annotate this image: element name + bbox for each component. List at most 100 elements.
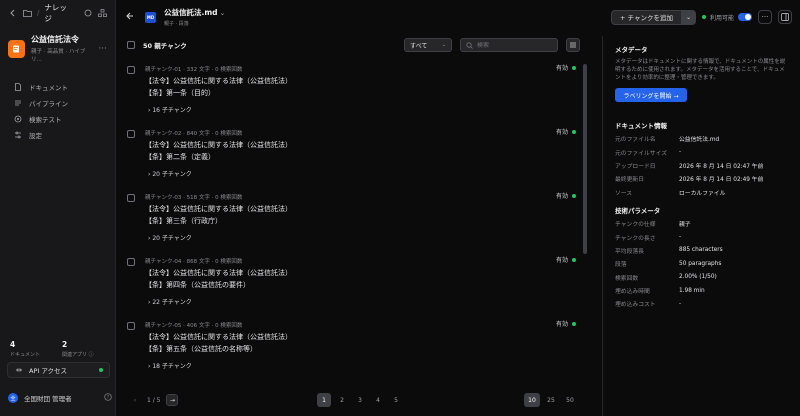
prev-page-icon[interactable]: ‹: [129, 394, 141, 406]
status-filter-value: すべて: [410, 42, 428, 50]
add-chunk-dropdown-icon[interactable]: ⌄: [680, 10, 695, 24]
chunk-checkbox[interactable]: [127, 130, 135, 138]
page-size-option[interactable]: 10: [524, 393, 540, 407]
param-value: -: [679, 234, 682, 241]
help-icon[interactable]: ?: [104, 393, 112, 403]
param-key: チャンクの長さ: [615, 235, 656, 242]
chunk-panel: 50 親チャンク すべて ⌄ 親チャンク-01: [117, 34, 590, 416]
add-chunk-button[interactable]: + チャンクを追加: [612, 12, 681, 22]
page-button[interactable]: 5: [389, 393, 403, 407]
chunk-card[interactable]: 親チャンク-02 · 840 文字 · 0 検索回数 【法令】公益信託に関する法…: [121, 124, 581, 187]
chunk-meta: 親チャンク-05 · 406 文字 · 0 検索回数: [145, 323, 243, 329]
chunk-line-2: 【条】第四条（公益信託の要件）: [145, 281, 250, 289]
page-button[interactable]: 4: [371, 393, 385, 407]
child-chunks-toggle[interactable]: › 18 子チャンク: [148, 361, 192, 370]
api-access-button[interactable]: API アクセス: [7, 362, 110, 378]
back-chevron-icon[interactable]: [8, 8, 18, 18]
param-value: 885 characters: [679, 247, 723, 254]
sidebar-header: / ナレッジ: [0, 0, 115, 26]
document-subtitle: 親子 · 段落: [164, 21, 189, 27]
metadata-description: メタデータはドキュメントに関する情報で、ドキュメントの属性を説明するために使用さ…: [615, 59, 786, 81]
chunk-list-scrollbar[interactable]: [583, 64, 587, 254]
chunk-checkbox[interactable]: [127, 66, 135, 74]
chunk-card[interactable]: 親チャンク-04 · 868 文字 · 0 検索回数 【法令】公益信託に関する法…: [121, 252, 581, 315]
page-button[interactable]: 3: [353, 393, 367, 407]
chunk-checkbox[interactable]: [127, 258, 135, 266]
sidebar-item-label: 設定: [29, 132, 42, 140]
sidebar-item-label: 検索テスト: [29, 116, 62, 124]
search-input[interactable]: [477, 41, 552, 49]
page-size-option[interactable]: 50: [562, 393, 578, 407]
status-filter-select[interactable]: すべて ⌄: [404, 38, 452, 52]
document-title[interactable]: 公益信託法.md: [164, 7, 218, 18]
sidebar-item-search-test[interactable]: 検索テスト: [0, 111, 115, 127]
next-page-icon[interactable]: →: [166, 394, 179, 406]
start-labeling-button[interactable]: ラベリングを開始 →: [615, 88, 687, 102]
chunk-line-1: 【法令】公益信託に関する法律（公益信託法）: [145, 205, 292, 213]
info-key: ソース: [615, 190, 633, 197]
more-options-icon[interactable]: ···: [98, 44, 107, 54]
refresh-icon[interactable]: [83, 8, 93, 18]
chunk-checkbox[interactable]: [127, 194, 135, 202]
page-size-option[interactable]: 25: [543, 393, 559, 407]
chunk-count: 50 親チャンク: [143, 42, 187, 50]
knowledge-base-header[interactable]: 公益信託法令 親子 · 高品質 · ハイブリ... ···: [0, 28, 115, 69]
display-settings-icon[interactable]: [566, 38, 580, 52]
child-chunks-toggle[interactable]: › 16 子チャンク: [148, 105, 192, 114]
chunk-search[interactable]: [460, 38, 558, 52]
chunk-card[interactable]: 親チャンク-01 · 332 文字 · 0 検索回数 【法令】公益信託に関する法…: [121, 60, 581, 123]
panel-toggle-icon[interactable]: [778, 10, 792, 24]
child-chunks-toggle[interactable]: › 20 子チャンク: [148, 233, 192, 242]
breadcrumb-knowledge[interactable]: ナレッジ: [44, 2, 73, 24]
sidebar-item-pipeline[interactable]: パイプライン: [0, 95, 115, 111]
sidebar: / ナレッジ 公益信託法令 親子 · 高品質 · ハイブリ... ··· ドキュ…: [0, 0, 116, 416]
hierarchy-icon[interactable]: [97, 8, 107, 18]
param-key: 段落: [615, 262, 627, 269]
child-chunks-label: 22 子チャンク: [152, 299, 192, 306]
add-chunk-button-group: + チャンクを追加 ⌄: [611, 9, 696, 25]
pagination: ‹ 1 / 5 → 1 2 3 4 5 10 25 50: [117, 390, 590, 410]
child-chunks-label: 20 子チャンク: [152, 171, 192, 178]
child-chunks-label: 18 子チャンク: [152, 363, 192, 370]
param-value: 1.98 min: [679, 287, 705, 294]
param-key: 埋め込み時間: [615, 289, 650, 296]
sidebar-item-documents[interactable]: ドキュメント: [0, 79, 115, 95]
param-value: 50 paragraphs: [679, 260, 722, 267]
page-button[interactable]: 2: [335, 393, 349, 407]
chevron-down-icon[interactable]: ⌄: [220, 9, 226, 17]
chunk-meta: 親チャンク-01 · 332 文字 · 0 検索回数: [145, 67, 243, 73]
param-row: 検索回数 2.00% (1/50): [615, 271, 786, 284]
chunk-meta: 親チャンク-02 · 840 文字 · 0 検索回数: [145, 131, 243, 137]
child-chunks-toggle[interactable]: › 22 子チャンク: [148, 297, 192, 306]
folder-icon: [22, 8, 33, 18]
settings-icon: [14, 131, 22, 139]
technical-params-list: チャンクの仕様 親子 チャンクの長さ - 平均段落長 885 characters 段…: [615, 217, 786, 311]
user-name: 全国財団 管理者: [24, 395, 72, 403]
availability-toggle[interactable]: [738, 13, 752, 21]
status-label: 有効: [555, 257, 568, 264]
page-button[interactable]: 1: [317, 393, 331, 407]
sidebar-item-label: ドキュメント: [29, 84, 68, 92]
chunk-card[interactable]: 親チャンク-03 · 518 文字 · 0 検索回数 【法令】公益信託に関する法…: [121, 188, 581, 251]
status-label: 有効: [555, 129, 568, 136]
stat-related-apps[interactable]: 2 関連アプリ ⓘ: [62, 340, 94, 358]
api-status-dot: [99, 368, 103, 372]
stat-number: 4: [10, 340, 16, 349]
param-row: 埋め込み時間 1.98 min: [615, 284, 786, 297]
info-value: 公益信託法.md: [679, 137, 720, 144]
child-chunks-toggle[interactable]: › 20 子チャンク: [148, 169, 192, 178]
param-key: 検索回数: [615, 275, 639, 282]
back-arrow-icon[interactable]: [125, 11, 137, 24]
chunk-line-2: 【条】第五条（公益信託の名称等）: [145, 345, 257, 353]
param-key: 埋め込みコスト: [615, 302, 656, 309]
param-value: 親子: [679, 222, 691, 229]
chunk-list: 親チャンク-01 · 332 文字 · 0 検索回数 【法令】公益信託に関する法…: [117, 60, 590, 382]
info-key: アップロード日: [615, 163, 656, 170]
more-options-button[interactable]: ···: [758, 10, 772, 24]
chunk-card[interactable]: 親チャンク-05 · 406 文字 · 0 検索回数 【法令】公益信託に関する法…: [121, 316, 581, 379]
select-all-checkbox[interactable]: [127, 41, 135, 49]
sidebar-item-settings[interactable]: 設定: [0, 127, 115, 143]
user-profile[interactable]: 全 全国財団 管理者 ?: [8, 393, 112, 403]
chunk-checkbox[interactable]: [127, 322, 135, 330]
param-value: 2.00% (1/50): [679, 274, 717, 281]
